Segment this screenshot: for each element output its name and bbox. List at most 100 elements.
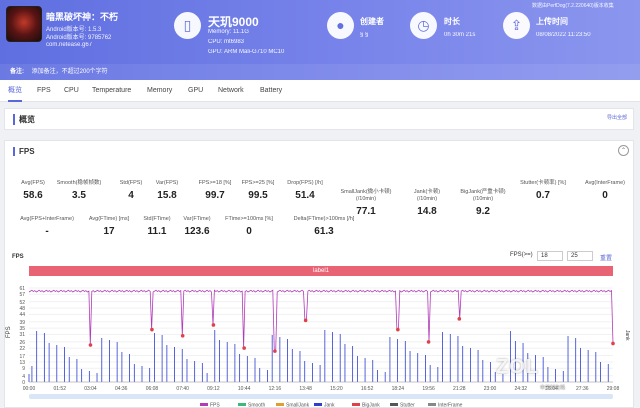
fps-section-title: FPS [13,147,35,156]
x-tick-label: 29:08 [607,386,620,392]
right-axis-label: Jank [624,330,630,341]
tab-fps[interactable]: FPS [37,80,51,102]
tab-battery[interactable]: Battery [260,80,282,102]
tab-overview[interactable]: 概览 [8,80,22,102]
x-tick-label: 21:28 [453,386,466,392]
tab-cpu[interactable]: CPU [64,80,79,102]
dip-marker [273,349,277,353]
export-all-link[interactable]: 导出全部 [607,114,627,121]
remark-bar[interactable]: 备注: 添加备注，不超过200个字符 [0,64,640,80]
y-tick-label: 13 [19,360,25,366]
dip-marker [303,318,308,323]
legend-label: InterFrame [438,403,463,408]
x-tick-label: 18:24 [392,386,405,392]
x-tick-label: 15:20 [330,386,343,392]
y-tick-label: 52 [19,300,25,306]
android-code: Android版本号: 9785762 [46,35,112,41]
remark-input[interactable]: 添加备注，不超过200个字符 [32,69,108,75]
phone-icon: ▯ [174,12,201,39]
dip-marker [150,327,154,332]
dip-marker [611,341,615,346]
x-tick-label: 00:00 [23,386,36,392]
legend-swatch [314,403,322,406]
creator-value: § § [360,32,369,38]
y-tick-label: 4 [22,374,25,380]
legend-label: Stutter [400,403,415,408]
x-tick-label: 16:52 [361,386,374,392]
metric-bigjank: BigJank(严重卡顿) (/10min) 9.2 [460,189,506,217]
x-tick-label: 09:12 [207,386,220,392]
legend-label: Smooth [248,403,265,408]
x-tick-label: 12:16 [269,386,282,392]
tool-note: 数据由PerfDog(7.2.220640)版本收集 [532,3,614,9]
fps-high-input[interactable]: 25 [567,251,593,261]
device-memory: Memory: 11.1G [208,29,249,35]
legend-label: SmallJank [286,403,310,408]
metric-drop-fps: Drop(FPS) [/h] 51.4 [287,180,323,201]
y-tick-label: 61 [19,286,25,292]
y-axis-label: FPS [6,326,12,338]
y-tick-label: 57 [19,292,25,298]
x-tick-label: 03:04 [84,386,97,392]
dip-marker [180,333,185,338]
metric-delta-ftime: Delta(FTime)>100ms [/h] 61.3 [293,216,355,237]
metric-avg-fps-interframe: Avg(FPS+InterFrame) - [20,216,74,237]
x-tick-label: 27:36 [576,386,589,392]
collapse-icon[interactable]: ⌃ [618,145,629,156]
tab-temperature[interactable]: Temperature [92,80,131,102]
legend-label: FPS [210,403,220,408]
legend-swatch [390,403,398,406]
y-tick-label: 48 [19,306,25,312]
package-name: com.netease.g67 [46,42,93,48]
dip-marker [211,323,216,327]
metric-ftime-100: FTime>=100ms [%] 0 [225,216,273,237]
upload-value: 08/08/2022 11:23:50 [536,32,591,38]
duration-title: 时长 [444,17,460,26]
metric-avg-interframe: Avg(InterFrame) 0 [585,180,625,201]
game-icon [6,6,42,42]
device-gpu: GPU: ARM Mali-G710 MC10 [208,49,285,55]
dip-marker [396,327,400,332]
x-tick-label: 23:00 [484,386,497,392]
dip-marker [426,340,431,344]
x-tick-label: 01:52 [53,386,66,392]
device-cpu: CPU: mt6983 [208,39,245,45]
metric-stutter: Stutter(卡顿率) [%] 0.7 [520,180,566,201]
legend-label: Jank [324,403,335,408]
duration-value: 0h 30m 21s [444,32,476,38]
y-tick-label: 9 [22,366,25,372]
dip-marker [88,343,93,347]
tab-gpu[interactable]: GPU [188,80,203,102]
legend-swatch [200,403,208,406]
x-tick-label: 13:48 [299,386,312,392]
overview-title: 概览 [13,114,35,125]
chart-title: FPS [12,254,24,260]
dip-marker [242,346,246,350]
time-range-slider [29,394,613,399]
legend-label: BigJank [362,403,380,408]
tab-bar: 概览 FPS CPU Temperature Memory GPU Networ… [0,80,640,102]
y-tick-label: 17 [19,354,25,360]
legend-swatch [276,403,284,406]
report-header: 暗黑破坏神：不朽 Android版本号: 1.5.3 Android版本号: 9… [0,0,640,80]
dip-marker [457,317,462,321]
watermark-logo: ZOL [496,356,539,378]
remark-label: 备注: [10,69,24,75]
fps-range-label: FPS(>=) [510,252,533,258]
metric-jank: Jank(卡顿) (/10min) 14.8 [413,189,441,217]
label-bar[interactable]: label1 [29,266,613,276]
tab-network[interactable]: Network [218,80,244,102]
tab-memory[interactable]: Memory [147,80,172,102]
x-tick-label: 04:36 [115,386,128,392]
y-tick-label: 26 [19,340,25,346]
fps-low-input[interactable]: 18 [537,251,563,261]
x-tick-label: 19:56 [422,386,435,392]
overview-card: 概览 导出全部 [4,108,634,130]
user-icon: ● [327,12,354,39]
fps-reset-button[interactable]: 重置 [600,253,612,262]
creator-title: 创建者 [360,17,384,26]
x-tick-label: 10:44 [238,386,251,392]
legend-swatch [428,403,436,406]
legend-swatch [352,403,360,406]
upload-icon: ⇪ [503,12,530,39]
